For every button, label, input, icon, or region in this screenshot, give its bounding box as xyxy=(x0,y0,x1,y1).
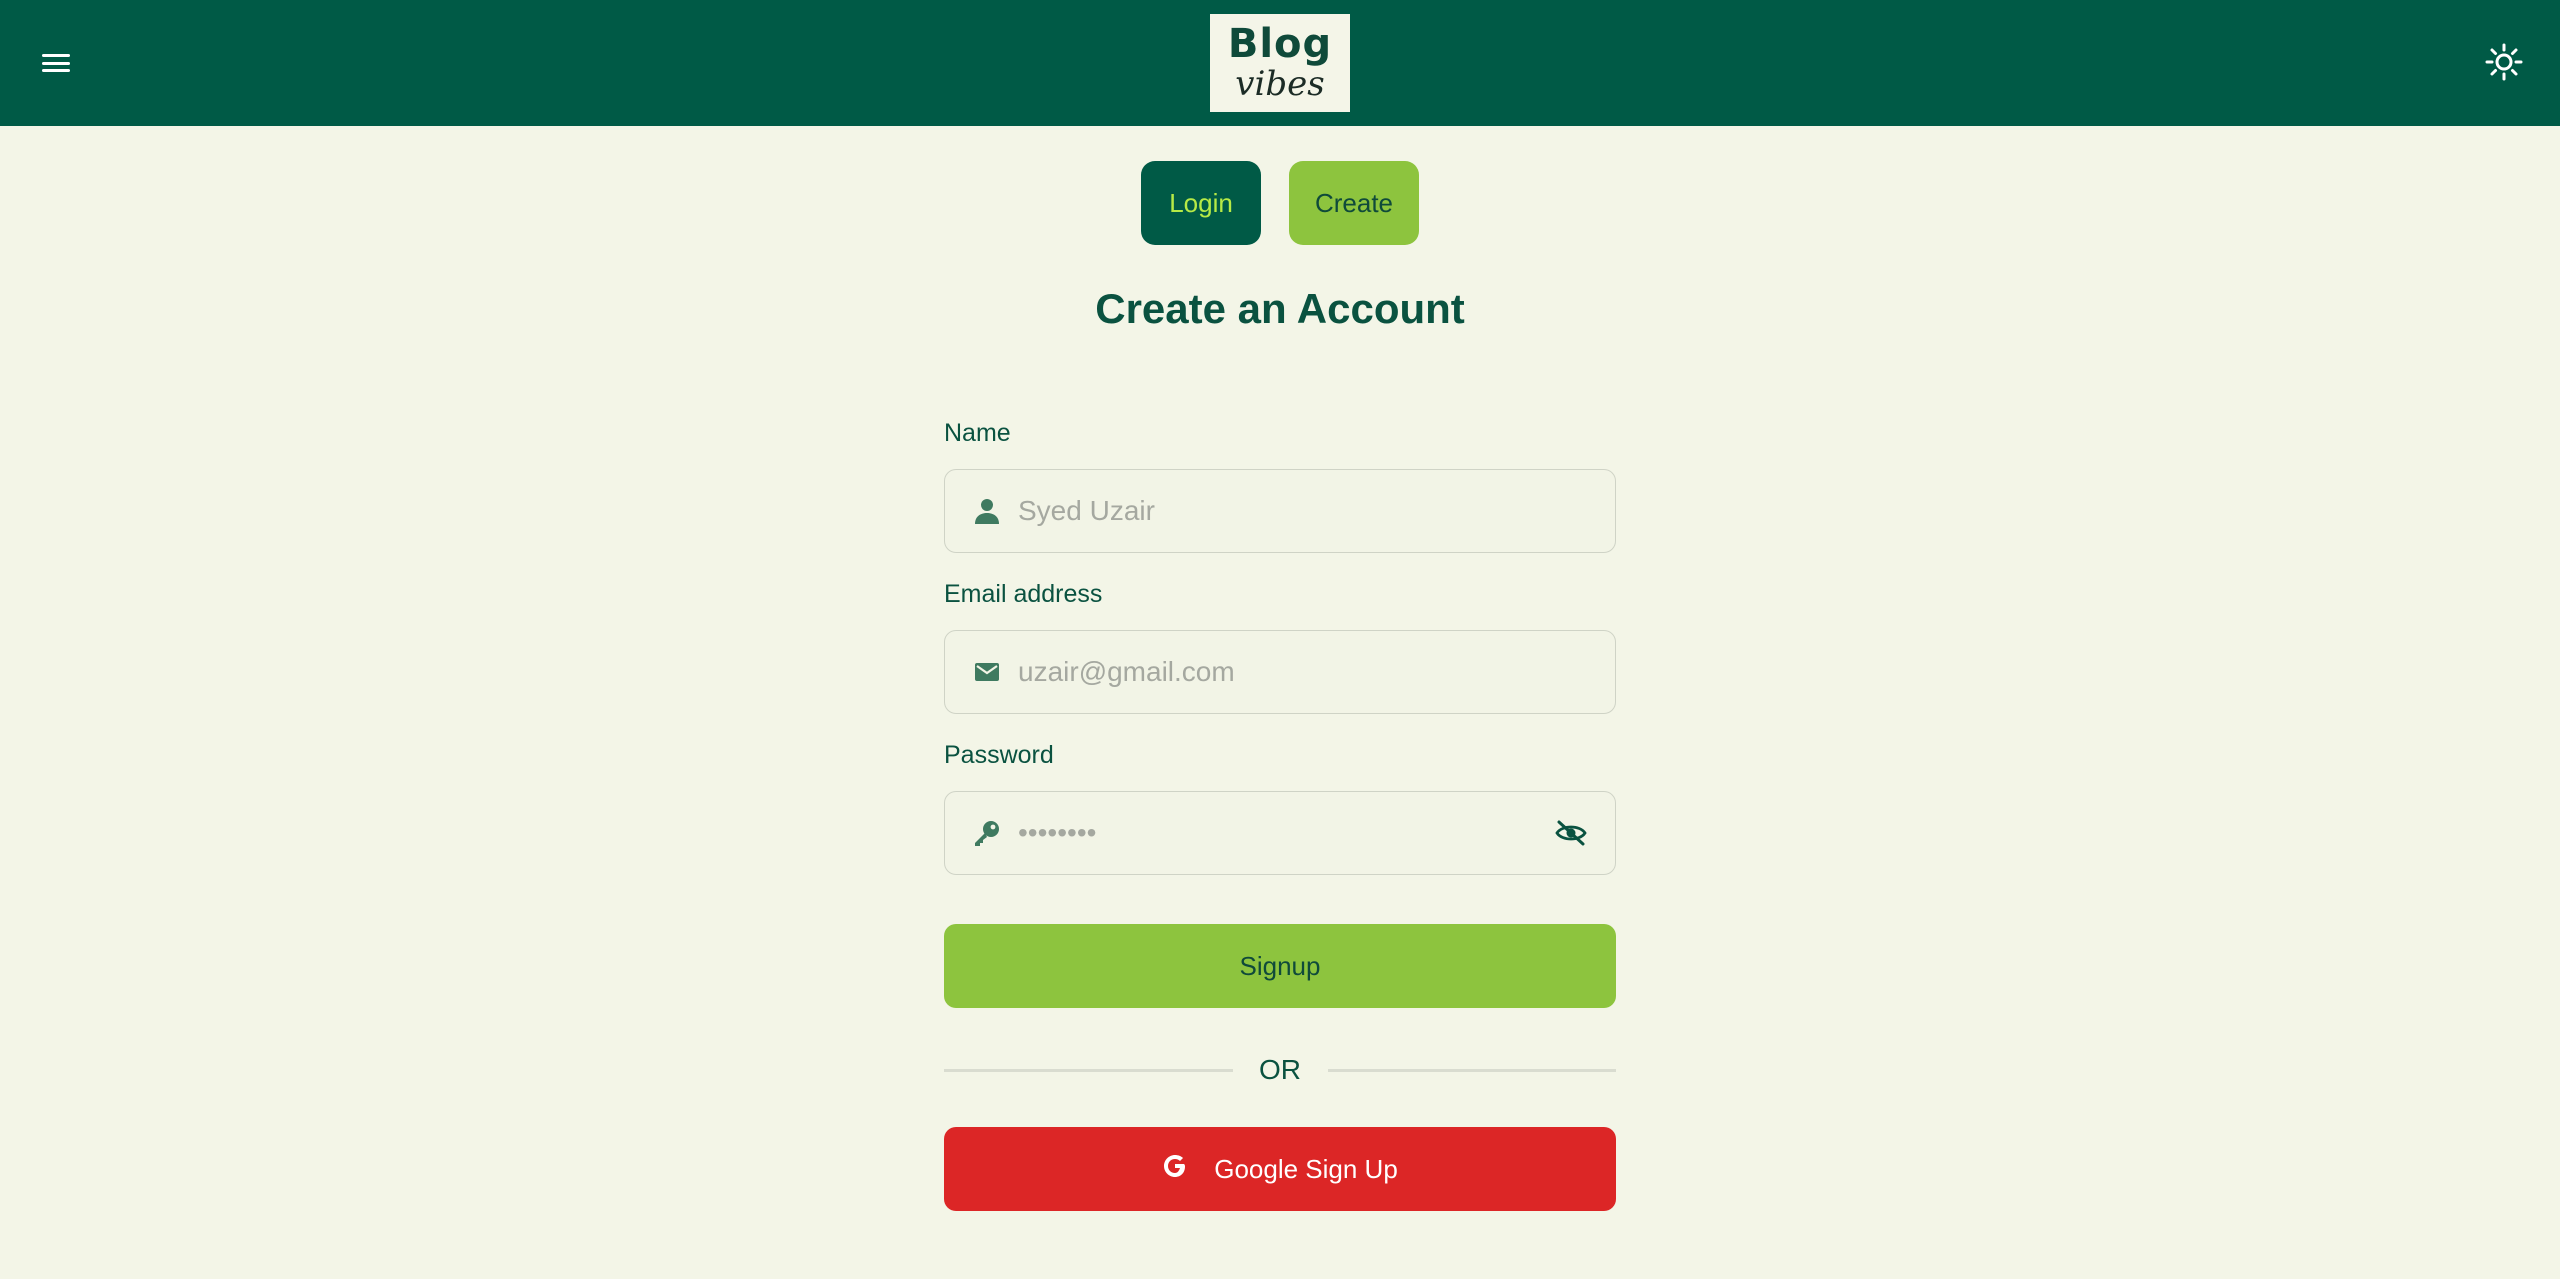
page-title: Create an Account xyxy=(1095,285,1465,332)
menu-icon-bar xyxy=(42,69,70,72)
eye-slash-icon xyxy=(1555,820,1587,846)
menu-icon-bar xyxy=(42,54,70,57)
auth-tabs: Login Create xyxy=(1141,161,1419,245)
email-input[interactable] xyxy=(1018,656,1615,688)
key-icon xyxy=(972,818,1002,848)
signup-button[interactable]: Signup xyxy=(944,924,1616,1008)
top-navbar: Blog vibes xyxy=(0,0,2560,126)
menu-button[interactable] xyxy=(40,50,72,76)
menu-icon-bar xyxy=(42,61,70,65)
password-label: Password xyxy=(944,741,1054,769)
email-label: Email address xyxy=(944,580,1103,608)
logo-text-bottom: vibes xyxy=(1235,64,1325,104)
blog-vibes-logo[interactable]: Blog vibes xyxy=(1210,14,1350,112)
tab-create[interactable]: Create xyxy=(1289,161,1419,245)
password-field-wrapper xyxy=(944,791,1616,875)
user-icon xyxy=(972,496,1002,526)
google-icon xyxy=(1162,1153,1188,1186)
divider-line xyxy=(944,1068,1233,1072)
sun-icon xyxy=(2485,43,2523,81)
name-input[interactable] xyxy=(1018,495,1615,527)
name-label: Name xyxy=(944,419,1011,447)
divider-line xyxy=(1327,1068,1616,1072)
theme-toggle-button[interactable] xyxy=(2484,42,2524,82)
or-divider: OR xyxy=(944,1050,1616,1090)
google-signup-label: Google Sign Up xyxy=(1214,1153,1398,1184)
name-field-wrapper xyxy=(944,469,1616,553)
tab-login[interactable]: Login xyxy=(1141,161,1261,245)
logo-text-top: Blog xyxy=(1227,21,1333,67)
envelope-icon xyxy=(972,657,1002,687)
toggle-password-visibility[interactable] xyxy=(1553,815,1589,851)
email-field-wrapper xyxy=(944,630,1616,714)
divider-text: OR xyxy=(1259,1054,1301,1085)
password-input[interactable] xyxy=(1018,817,1553,849)
google-signup-button[interactable]: Google Sign Up xyxy=(944,1127,1616,1211)
